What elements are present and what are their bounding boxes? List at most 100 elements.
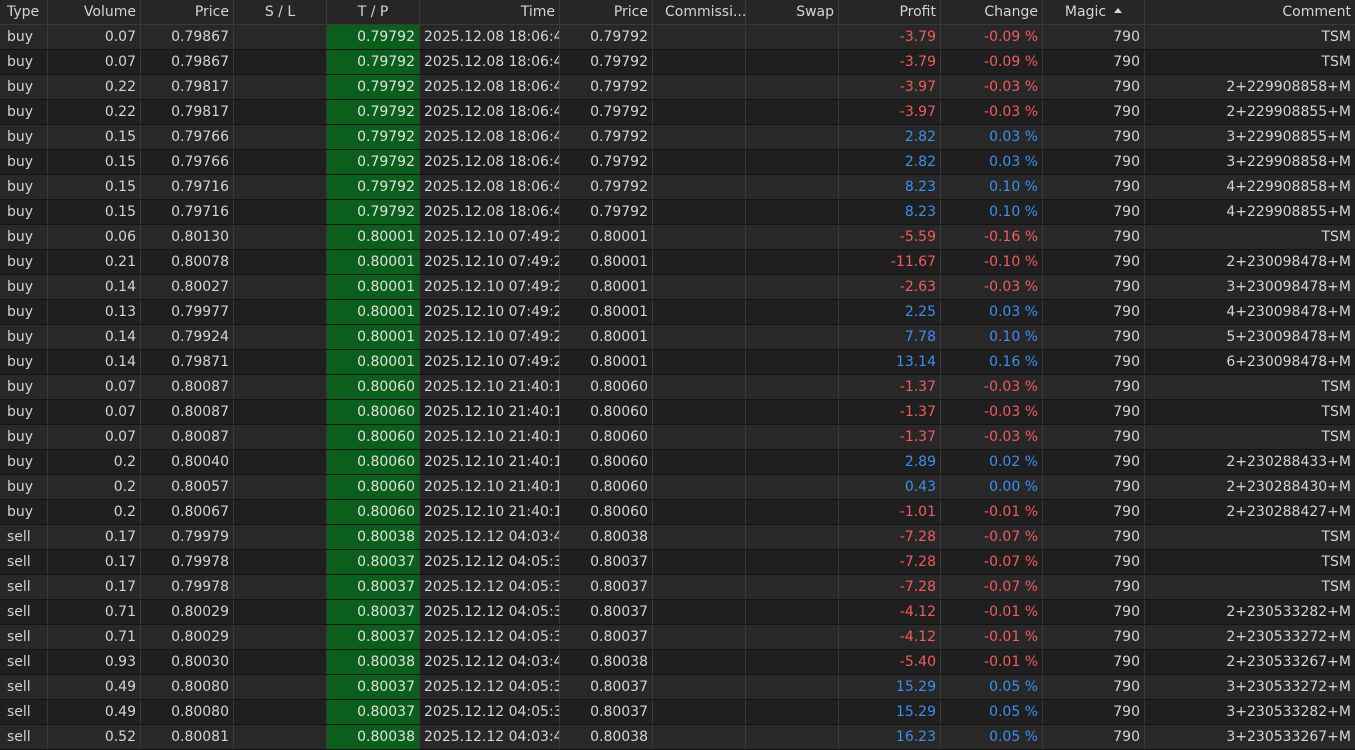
cell-sl: [234, 550, 327, 574]
cell-price: 0.79978: [141, 575, 234, 599]
cell-magic: 790: [1043, 325, 1145, 349]
cell-change: 0.05 %: [941, 700, 1043, 724]
cell-current-price: 0.80037: [560, 625, 653, 649]
cell-sl: [234, 400, 327, 424]
cell-type: sell: [0, 600, 48, 624]
table-row[interactable]: sell 0.17 0.79978 0.80037 2025.12.12 04:05:3…: [0, 550, 1355, 575]
cell-profit: 2.89: [839, 450, 941, 474]
table-row[interactable]: buy 0.14 0.80027 0.80001 2025.12.10 07:49:28…: [0, 275, 1355, 300]
cell-tp: 0.79792: [327, 100, 420, 124]
cell-commission: [653, 225, 746, 249]
cell-profit: -3.79: [839, 25, 941, 49]
cell-commission: [653, 25, 746, 49]
column-header-change[interactable]: Change: [941, 0, 1043, 24]
cell-price: 0.79716: [141, 200, 234, 224]
table-row[interactable]: buy 0.21 0.80078 0.80001 2025.12.10 07:49:28…: [0, 250, 1355, 275]
cell-price: 0.80081: [141, 725, 234, 749]
cell-commission: [653, 525, 746, 549]
cell-type: buy: [0, 150, 48, 174]
cell-tp: 0.80060: [327, 450, 420, 474]
table-row[interactable]: sell 0.71 0.80029 0.80037 2025.12.12 04:05:3…: [0, 600, 1355, 625]
table-row[interactable]: sell 0.17 0.79979 0.80038 2025.12.12 04:03:4…: [0, 525, 1355, 550]
table-row[interactable]: buy 0.07 0.80087 0.80060 2025.12.10 21:40:14…: [0, 400, 1355, 425]
cell-magic: 790: [1043, 125, 1145, 149]
column-header-tp[interactable]: T / P: [327, 0, 420, 24]
cell-price: 0.80078: [141, 250, 234, 274]
cell-swap: [746, 50, 839, 74]
cell-time: 2025.12.10 21:40:14: [420, 375, 560, 399]
cell-volume: 0.07: [48, 25, 141, 49]
table-row[interactable]: buy 0.06 0.80130 0.80001 2025.12.10 07:49:28…: [0, 225, 1355, 250]
cell-profit: -1.37: [839, 375, 941, 399]
cell-profit: -1.37: [839, 400, 941, 424]
cell-tp: 0.80001: [327, 350, 420, 374]
table-row[interactable]: buy 0.14 0.79871 0.80001 2025.12.10 07:49:28…: [0, 350, 1355, 375]
table-row[interactable]: buy 0.15 0.79766 0.79792 2025.12.08 18:06:45…: [0, 125, 1355, 150]
cell-type: buy: [0, 100, 48, 124]
table-row[interactable]: buy 0.15 0.79716 0.79792 2025.12.08 18:06:45…: [0, 175, 1355, 200]
column-header-type[interactable]: Type: [0, 0, 48, 24]
table-row[interactable]: sell 0.52 0.80081 0.80038 2025.12.12 04:03:4…: [0, 725, 1355, 750]
cell-price: 0.80029: [141, 600, 234, 624]
cell-tp: 0.80038: [327, 525, 420, 549]
cell-commission: [653, 300, 746, 324]
column-header-swap[interactable]: Swap: [746, 0, 839, 24]
cell-price: 0.79817: [141, 100, 234, 124]
cell-volume: 0.22: [48, 75, 141, 99]
cell-price: 0.80130: [141, 225, 234, 249]
table-row[interactable]: sell 0.17 0.79978 0.80037 2025.12.12 04:05:3…: [0, 575, 1355, 600]
cell-price: 0.80057: [141, 475, 234, 499]
column-header-current-price[interactable]: Price: [560, 0, 653, 24]
table-row[interactable]: buy 0.15 0.79766 0.79792 2025.12.08 18:06:45…: [0, 150, 1355, 175]
cell-current-price: 0.80037: [560, 550, 653, 574]
cell-comment: TSM: [1321, 404, 1351, 420]
column-header-comment[interactable]: Comment: [1145, 0, 1355, 24]
table-row[interactable]: buy 0.15 0.79716 0.79792 2025.12.08 18:06:45…: [0, 200, 1355, 225]
table-row[interactable]: buy 0.2 0.80067 0.80060 2025.12.10 21:40:14 0…: [0, 500, 1355, 525]
cell-magic: 790: [1043, 50, 1145, 74]
cell-volume: 0.17: [48, 575, 141, 599]
table-row[interactable]: sell 0.49 0.80080 0.80037 2025.12.12 04:05:3…: [0, 675, 1355, 700]
table-row[interactable]: buy 0.07 0.79867 0.79792 2025.12.08 18:06:45…: [0, 25, 1355, 50]
table-row[interactable]: sell 0.71 0.80029 0.80037 2025.12.12 04:05:3…: [0, 625, 1355, 650]
cell-swap: [746, 225, 839, 249]
cell-profit: -4.12: [839, 625, 941, 649]
cell-comment: TSM: [1321, 54, 1351, 70]
cell-sl: [234, 350, 327, 374]
table-row[interactable]: buy 0.07 0.79867 0.79792 2025.12.08 18:06:45…: [0, 50, 1355, 75]
cell-time: 2025.12.10 07:49:28: [420, 250, 560, 274]
table-row[interactable]: buy 0.22 0.79817 0.79792 2025.12.08 18:06:45…: [0, 100, 1355, 125]
cell-commission: [653, 350, 746, 374]
cell-swap: [746, 300, 839, 324]
cell-comment: 4+229908855+M: [1226, 204, 1351, 220]
table-row[interactable]: buy 0.2 0.80057 0.80060 2025.12.10 21:40:14 0…: [0, 475, 1355, 500]
cell-profit: -5.40: [839, 650, 941, 674]
cell-swap: [746, 625, 839, 649]
table-row[interactable]: buy 0.14 0.79924 0.80001 2025.12.10 07:49:28…: [0, 325, 1355, 350]
column-header-commission[interactable]: Commissi...: [653, 0, 746, 24]
column-header-sl[interactable]: S / L: [234, 0, 327, 24]
cell-commission: [653, 175, 746, 199]
table-row[interactable]: buy 0.07 0.80087 0.80060 2025.12.10 21:40:14…: [0, 375, 1355, 400]
cell-current-price: 0.79792: [560, 200, 653, 224]
cell-tp: 0.80037: [327, 550, 420, 574]
cell-current-price: 0.80001: [560, 225, 653, 249]
column-header-time[interactable]: Time: [420, 0, 560, 24]
table-row[interactable]: sell 0.49 0.80080 0.80037 2025.12.12 04:05:3…: [0, 700, 1355, 725]
column-header-profit[interactable]: Profit: [839, 0, 941, 24]
sort-ascending-icon: [1114, 8, 1123, 13]
table-row[interactable]: buy 0.2 0.80040 0.80060 2025.12.10 21:40:14 0…: [0, 450, 1355, 475]
table-row[interactable]: buy 0.13 0.79977 0.80001 2025.12.10 07:49:28…: [0, 300, 1355, 325]
cell-current-price: 0.80038: [560, 650, 653, 674]
column-header-magic[interactable]: Magic: [1043, 0, 1145, 24]
table-row[interactable]: buy 0.22 0.79817 0.79792 2025.12.08 18:06:45…: [0, 75, 1355, 100]
cell-tp: 0.80060: [327, 500, 420, 524]
table-row[interactable]: buy 0.07 0.80087 0.80060 2025.12.10 21:40:14…: [0, 425, 1355, 450]
column-header-price[interactable]: Price: [141, 0, 234, 24]
cell-commission: [653, 600, 746, 624]
table-row[interactable]: sell 0.93 0.80030 0.80038 2025.12.12 04:03:4…: [0, 650, 1355, 675]
cell-swap: [746, 400, 839, 424]
cell-price: 0.79977: [141, 300, 234, 324]
column-header-volume[interactable]: Volume: [48, 0, 141, 24]
cell-sl: [234, 325, 327, 349]
